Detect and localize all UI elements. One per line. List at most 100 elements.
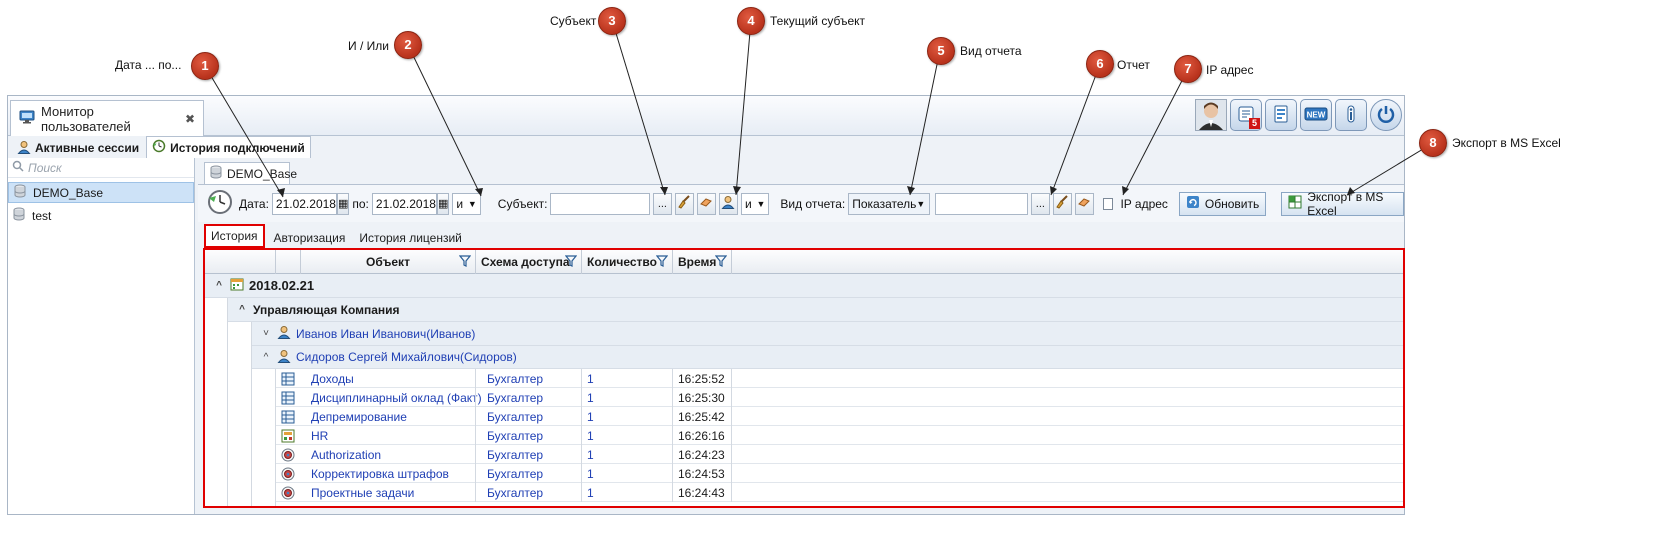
db-item-test[interactable]: test [8, 205, 194, 226]
filter-icon[interactable] [714, 255, 728, 270]
subject-clear-button[interactable] [674, 192, 694, 215]
and-or-value-2: и [744, 196, 752, 211]
monitor-icon [19, 109, 35, 128]
group-row-user-ivanov[interactable]: ˅ Иванов Иван Иванович(Иванов) [252, 322, 1403, 346]
callout-label-7: IP адрес [1206, 63, 1254, 77]
tab-connection-history[interactable]: История подключений [146, 136, 311, 158]
report-field[interactable] [935, 192, 1028, 215]
window-titlebar: Монитор пользователей ✖ 5 NEW [8, 96, 1404, 136]
cell-count: 1 [581, 464, 672, 483]
filter-icon[interactable] [655, 255, 669, 270]
subject-eraser-button[interactable] [696, 192, 716, 215]
cell-access-scheme: Бухгалтер [475, 407, 581, 426]
column-header-access-scheme[interactable]: Схема доступа [475, 250, 581, 274]
collapse-caret-icon[interactable]: ^ [236, 304, 248, 315]
subject-select-button[interactable]: ... [652, 192, 672, 215]
messages-button[interactable]: 5 [1230, 99, 1262, 131]
cell-object: Authorization [311, 447, 382, 462]
filter-icon[interactable] [564, 255, 578, 270]
cell-count: 1 [581, 407, 672, 426]
refresh-label: Обновить [1204, 196, 1260, 211]
column-header-time[interactable]: Время [672, 250, 732, 274]
avatar[interactable] [1195, 99, 1227, 131]
callout-badge-8: 8 [1419, 129, 1447, 157]
database-icon [12, 207, 26, 224]
table-row[interactable]: Депремирование Бухгалтер 1 16:25:42 [275, 407, 1403, 426]
search-placeholder: Поиск [28, 160, 62, 175]
ip-label: IP адрес [1120, 196, 1168, 211]
group-row-date[interactable]: ^ 2018.02.21 [205, 274, 1403, 298]
power-button[interactable] [1370, 99, 1402, 131]
to-label: по: [352, 196, 369, 211]
date-from-value: 21.02.2018 [275, 196, 336, 211]
column-label: Время [678, 255, 717, 269]
table-icon [275, 369, 300, 388]
and-or-select-2[interactable]: и ▼ [740, 192, 770, 215]
subject-label: Субъект: [497, 196, 548, 211]
tab-authorization[interactable]: Авторизация [269, 228, 351, 248]
close-icon[interactable]: ✖ [185, 112, 195, 126]
cell-object: Корректировка штрафов [311, 466, 449, 481]
window-tab[interactable]: Монитор пользователей ✖ [10, 100, 204, 136]
news-button[interactable]: NEW [1300, 99, 1332, 131]
current-subject-button[interactable] [718, 192, 738, 215]
callout-label-3: Субъект [550, 14, 597, 28]
news-icon: NEW [1304, 106, 1328, 125]
column-label: Схема доступа [481, 255, 570, 269]
and-or-select[interactable]: и ▼ [452, 192, 481, 215]
db-item-demo-base[interactable]: DEMO_Base [8, 182, 194, 203]
table-row[interactable]: Доходы Бухгалтер 1 16:25:52 [275, 369, 1403, 388]
hr-icon [275, 426, 300, 445]
table-row[interactable]: Authorization Бухгалтер 1 16:24:23 [275, 445, 1403, 464]
refresh-button[interactable]: Обновить [1178, 191, 1267, 216]
date-to-picker-button[interactable]: ▦ [436, 192, 450, 215]
db-tab-label: DEMO_Base [227, 166, 298, 181]
export-excel-button[interactable]: Экспорт в MS Excel [1281, 190, 1405, 218]
expand-caret-icon[interactable]: ˅ [260, 328, 272, 339]
date-from-picker-button[interactable]: ▦ [336, 192, 350, 215]
group-row-organization[interactable]: ^ Управляющая Компания [228, 298, 1403, 322]
filter-icon[interactable] [458, 255, 472, 270]
cell-count: 1 [581, 369, 672, 388]
report-select-button[interactable]: ... [1030, 192, 1050, 215]
report-button[interactable] [1265, 99, 1297, 131]
user-monitor-window: Монитор пользователей ✖ 5 NEW Активные с… [7, 95, 1405, 515]
history-content-area: DEMO_Base Дата: 21.02.2018 ▦ по: 21.02.2… [198, 158, 1405, 514]
cell-object: Проектные задачи [311, 485, 415, 500]
collapse-caret-icon[interactable]: ^ [213, 280, 225, 291]
tab-license-history[interactable]: История лицензий [354, 228, 467, 248]
table-row[interactable]: Дисциплинарный оклад (Факт) Бухгалтер 1 … [275, 388, 1403, 407]
callout-badge-5: 5 [927, 37, 955, 65]
cell-count: 1 [581, 388, 672, 407]
callout-label-2: И / Или [348, 39, 389, 53]
date-to-value: 21.02.2018 [375, 196, 436, 211]
cell-time: 16:24:23 [672, 445, 732, 464]
info-icon [1341, 104, 1361, 127]
column-header-count[interactable]: Количество [581, 250, 672, 274]
collapse-caret-icon[interactable]: ^ [260, 352, 272, 363]
search-field[interactable]: Поиск [8, 158, 194, 178]
date-from-field[interactable]: 21.02.2018 [271, 192, 337, 215]
report-type-select[interactable]: Показатель ▼ [848, 192, 931, 215]
window-title: Монитор пользователей [41, 103, 131, 134]
subject-field[interactable] [550, 192, 650, 215]
report-eraser-button[interactable] [1074, 192, 1094, 215]
tab-active-sessions[interactable]: Активные сессии [12, 138, 144, 158]
calendar-icon: ▦ [437, 198, 449, 210]
tab-history[interactable]: История [204, 224, 265, 248]
report-clear-button[interactable] [1052, 192, 1072, 215]
info-button[interactable] [1335, 99, 1367, 131]
group-row-user-sidorov[interactable]: ^ Сидоров Сергей Михайлович(Сидоров) [252, 346, 1403, 369]
user-icon [721, 195, 735, 212]
user-icon [17, 140, 31, 157]
column-header-object[interactable]: Объект [300, 250, 475, 274]
table-row[interactable]: Корректировка штрафов Бухгалтер 1 16:24:… [275, 464, 1403, 483]
broom-icon [1055, 195, 1069, 212]
tab-demo-base[interactable]: DEMO_Base [204, 162, 297, 184]
table-row[interactable]: HR Бухгалтер 1 16:26:16 [275, 426, 1403, 445]
calendar-icon: ▦ [337, 198, 349, 210]
ip-checkbox[interactable] [1102, 197, 1114, 210]
date-to-field[interactable]: 21.02.2018 [371, 192, 437, 215]
table-row[interactable]: Проектные задачи Бухгалтер 1 16:24:43 [275, 483, 1403, 502]
chevron-down-icon: ▼ [756, 198, 766, 209]
